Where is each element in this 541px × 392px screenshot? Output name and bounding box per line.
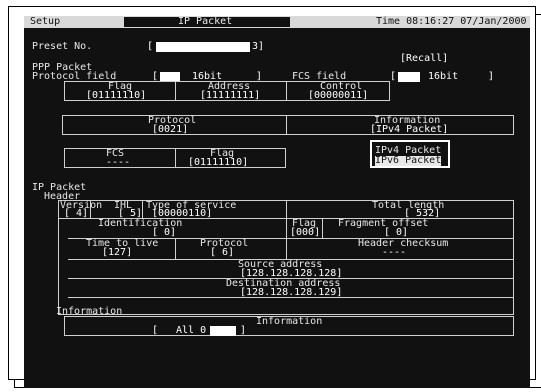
identification-value[interactable]: [ 0] <box>152 228 176 238</box>
ttl-value[interactable]: [127] <box>102 248 132 258</box>
header-checksum-value: ---- <box>382 247 407 258</box>
information-box-label: Information <box>256 316 323 327</box>
divider <box>286 115 287 135</box>
fcs-field-open: [ <box>390 71 397 82</box>
divider <box>142 200 143 218</box>
menu-setup[interactable]: Setup <box>30 17 60 27</box>
divider <box>286 218 287 238</box>
fcs-value: ---- <box>106 157 131 168</box>
control-value[interactable]: [00000011] <box>308 91 368 101</box>
information-open: [ <box>152 325 159 336</box>
page-title: IP Packet <box>178 16 233 27</box>
divider <box>175 238 176 259</box>
ip-protocol-value[interactable]: [ 6] <box>210 248 234 258</box>
ppp-protocol-value[interactable]: [0021] <box>152 125 188 135</box>
title-bar: Setup IP Packet Time 08:16:27 07/Jan/200… <box>24 16 530 28</box>
ip-flag-value[interactable]: [000] <box>290 228 320 238</box>
divider <box>175 81 176 101</box>
divider <box>286 238 287 259</box>
flag2-value[interactable]: [01111110] <box>188 158 248 168</box>
information-field-fill <box>210 326 236 336</box>
information-value[interactable]: All 0 <box>176 326 206 336</box>
fragment-offset-value[interactable]: [ 0] <box>384 228 408 238</box>
ppp-information-value[interactable]: [IPv4 Packet] <box>370 125 448 135</box>
preset-value: 3] <box>252 41 265 52</box>
preset-open: [ <box>147 41 154 52</box>
divider <box>286 200 287 218</box>
preset-field[interactable] <box>156 42 250 52</box>
clock: Time 08:16:27 07/Jan/2000 <box>376 16 527 27</box>
recall-button[interactable]: [Recall] <box>400 54 448 64</box>
version-value[interactable]: [ 4] <box>64 209 88 219</box>
dropdown-option-ipv6[interactable]: IPv6 Packet <box>375 156 442 166</box>
divider <box>175 148 176 168</box>
screen: Setup IP Packet Time 08:16:27 07/Jan/200… <box>24 16 530 388</box>
dest-address-value[interactable]: [128.128.128.129] <box>240 288 342 298</box>
divider <box>286 81 287 101</box>
flag-value[interactable]: [01111110] <box>86 91 146 101</box>
fcs-field-value[interactable]: 16bit <box>428 72 458 82</box>
fcs-field-cursor <box>398 72 420 82</box>
fcs-field-close: ] <box>488 71 495 82</box>
title-center: IP Packet <box>124 17 290 27</box>
information-close: ] <box>240 325 247 336</box>
divider <box>322 218 323 238</box>
information-dropdown[interactable]: IPv4 Packet IPv6 Packet <box>370 140 450 168</box>
address-value[interactable]: [11111111] <box>200 91 260 101</box>
preset-label: Preset No. <box>32 41 93 52</box>
clock-area: Time 08:16:27 07/Jan/2000 <box>374 17 530 27</box>
